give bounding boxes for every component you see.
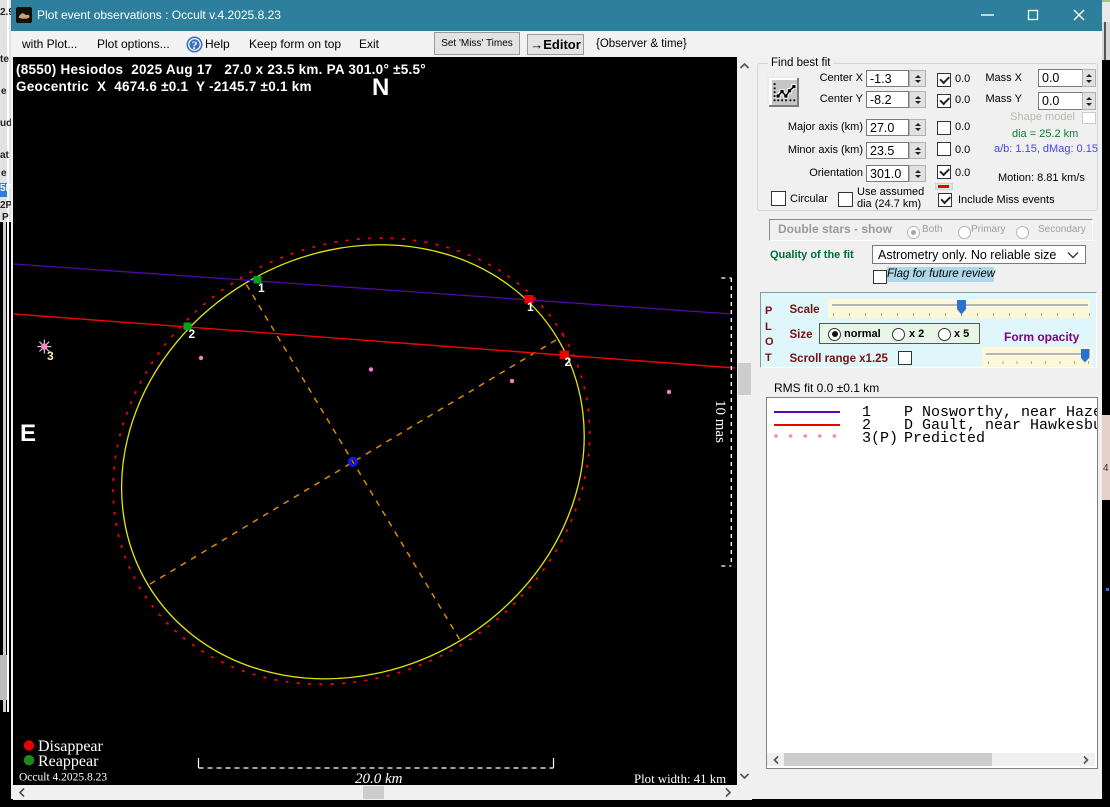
svg-text:1: 1 [527, 300, 534, 314]
svg-text:(8550) Hesiodos 2025 Aug 17: (8550) Hesiodos 2025 Aug 17 27.0 x 23.5 … [16, 62, 426, 77]
svg-text:2: 2 [565, 355, 572, 369]
svg-text:2: 2 [189, 327, 196, 341]
svg-text:Occult 4.2025.8.23: Occult 4.2025.8.23 [19, 772, 107, 784]
svg-text:N: N [372, 74, 389, 101]
svg-text:?: ? [192, 38, 198, 52]
svg-text:3: 3 [47, 349, 54, 363]
svg-text:20.0 km: 20.0 km [355, 771, 403, 785]
svg-text:Geocentric X 4674.6 ±0.1 Y: Geocentric X 4674.6 ±0.1 Y -2145.7 ±0.1 … [16, 79, 312, 94]
svg-text:Plot width: 41 km: Plot width: 41 km [634, 772, 726, 785]
svg-text:Reappear: Reappear [38, 753, 99, 770]
svg-text:10 mas: 10 mas [712, 400, 728, 443]
svg-text:E: E [20, 420, 36, 447]
svg-text:1: 1 [258, 281, 265, 295]
